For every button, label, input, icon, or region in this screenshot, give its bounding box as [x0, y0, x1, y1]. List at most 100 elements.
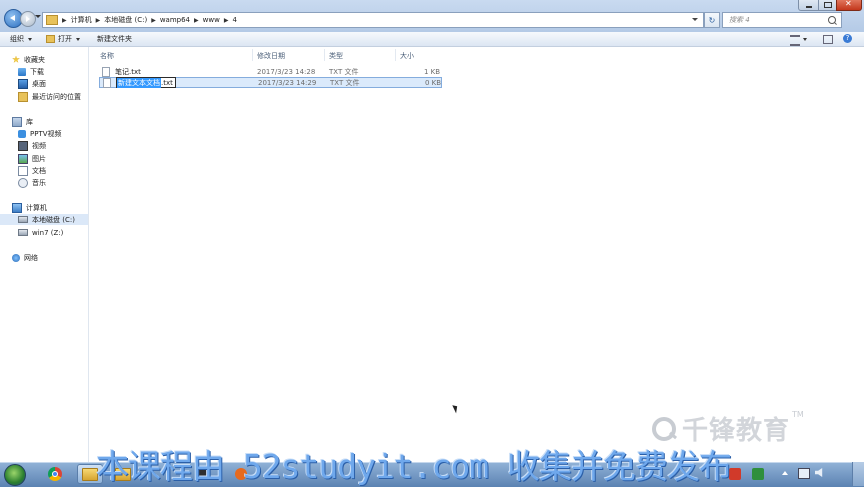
nav-pptv-videos[interactable]: PPTV视频 [18, 128, 62, 139]
recent-pages-dropdown-icon[interactable] [35, 15, 41, 18]
chevron-down-icon [76, 37, 80, 41]
nav-videos[interactable]: 视频 [18, 140, 46, 151]
breadcrumb-www[interactable]: www [203, 16, 220, 24]
nav-label: 桌面 [32, 79, 46, 88]
show-desktop-button[interactable] [852, 462, 864, 486]
nav-label: 计算机 [26, 203, 47, 212]
file-row-selected[interactable]: 新建文本文档 .txt 2017/3/23 14:29 TXT 文件 0 KB [99, 77, 442, 88]
nav-local-disk[interactable]: 本地磁盘 (C:) [0, 214, 88, 225]
breadcrumb-local-disk[interactable]: 本地磁盘 (C:) [104, 15, 147, 25]
breadcrumb-wamp64[interactable]: wamp64 [160, 16, 190, 24]
rename-selected-text: 新建文本文档 [117, 77, 161, 88]
organize-menu[interactable]: 组织 [10, 34, 32, 44]
column-divider[interactable] [252, 49, 253, 61]
preview-pane-icon[interactable] [823, 35, 833, 44]
star-icon [12, 55, 20, 63]
new-folder-button[interactable]: 新建文件夹 [97, 34, 132, 44]
nav-desktop[interactable]: 桌面 [18, 78, 46, 89]
nav-label: win7 (Z:) [32, 228, 64, 237]
maximize-button[interactable] [818, 0, 838, 11]
refresh-button[interactable]: ↻ [704, 12, 720, 28]
nav-label: 图片 [32, 154, 46, 163]
nav-label: 下载 [30, 67, 44, 76]
pptv-icon [18, 129, 26, 138]
breadcrumb-current-folder[interactable]: 4 [232, 16, 236, 24]
nav-network[interactable]: 网络 [12, 252, 38, 263]
breadcrumb-arrow-icon[interactable]: ▶ [224, 17, 229, 24]
text-file-icon [102, 66, 110, 77]
search-icon[interactable] [828, 16, 836, 24]
nav-label: 本地磁盘 (C:) [32, 215, 75, 224]
file-type: TXT 文件 [329, 67, 359, 76]
nav-libraries[interactable]: 库 [12, 116, 33, 127]
breadcrumb-computer[interactable]: 计算机 [71, 15, 92, 25]
breadcrumb-arrow-icon[interactable]: ▶ [62, 17, 67, 24]
chrome-icon [48, 467, 62, 481]
start-button[interactable] [4, 464, 26, 486]
nav-label: 收藏夹 [24, 55, 45, 64]
open-menu[interactable]: 打开 [46, 34, 80, 44]
breadcrumb-arrow-icon[interactable]: ▶ [96, 17, 101, 24]
chevron-down-icon [28, 37, 32, 41]
show-hidden-icons-icon[interactable] [782, 471, 788, 475]
nav-music[interactable]: 音乐 [18, 177, 46, 188]
organize-label: 组织 [10, 35, 24, 43]
view-options-dropdown-icon[interactable] [803, 38, 807, 41]
nav-favorites[interactable]: 收藏夹 [12, 54, 45, 65]
nav-recent-places[interactable]: 最近访问的位置 [18, 91, 81, 102]
address-bar[interactable]: ▶ 计算机 ▶ 本地磁盘 (C:) ▶ wamp64 ▶ www ▶ 4 [42, 12, 704, 28]
file-size: 1 KB [424, 67, 441, 76]
forward-button[interactable] [20, 11, 36, 27]
column-header-name[interactable]: 名称 [100, 51, 114, 61]
watermark-banner: 本课程由 52studyit.com 收集并免费发布 [96, 447, 732, 486]
file-name: 笔记.txt [115, 67, 141, 76]
network-tray-icon[interactable] [798, 468, 810, 479]
music-icon [18, 177, 28, 188]
nav-computer[interactable]: 计算机 [12, 202, 47, 213]
new-folder-label: 新建文件夹 [97, 35, 132, 43]
rename-extension: .txt [161, 78, 173, 87]
trademark-mark: TM [792, 410, 804, 419]
download-icon [18, 67, 26, 76]
column-header-type[interactable]: 类型 [329, 51, 343, 61]
column-divider[interactable] [395, 49, 396, 61]
logo-icon [652, 416, 676, 441]
minimize-button[interactable] [798, 0, 820, 11]
nav-documents[interactable]: 文档 [18, 165, 46, 176]
network-icon [12, 253, 20, 262]
column-header-modified[interactable]: 修改日期 [257, 51, 285, 61]
column-divider[interactable] [324, 49, 325, 61]
nav-label: 音乐 [32, 178, 46, 187]
navigation-pane: 收藏夹 下载 桌面 最近访问的位置 库 PPTV视频 视频 图片 文档 音乐 计… [0, 47, 89, 462]
nav-label: 网络 [24, 253, 38, 262]
document-icon [18, 165, 28, 176]
recent-places-icon [18, 91, 28, 102]
close-button[interactable] [836, 0, 862, 11]
search-box[interactable]: 搜索 4 [722, 12, 842, 28]
column-header-size[interactable]: 大小 [400, 51, 414, 61]
drive-icon [18, 216, 28, 223]
command-bar: 组织 打开 新建文件夹 [0, 32, 864, 47]
taskbar-chrome[interactable] [42, 464, 68, 484]
nav-label: 库 [26, 117, 33, 126]
file-modified: 2017/3/23 14:28 [257, 67, 316, 76]
address-dropdown-icon[interactable] [692, 18, 698, 21]
video-icon [18, 140, 28, 151]
nav-downloads[interactable]: 下载 [18, 66, 44, 77]
open-label: 打开 [58, 35, 72, 43]
breadcrumb-arrow-icon[interactable]: ▶ [194, 17, 199, 24]
folder-icon [46, 15, 58, 25]
breadcrumb-arrow-icon[interactable]: ▶ [151, 17, 156, 24]
nav-win7-drive[interactable]: win7 (Z:) [18, 227, 63, 238]
search-input[interactable]: 搜索 4 [729, 15, 828, 25]
rename-field[interactable]: 新建文本文档 .txt [116, 77, 176, 88]
open-icon [46, 35, 55, 43]
nav-label: 最近访问的位置 [32, 92, 81, 101]
file-row[interactable]: 笔记.txt 2017/3/23 14:28 TXT 文件 1 KB [99, 66, 442, 77]
help-icon[interactable]: ? [843, 34, 852, 43]
nav-pictures[interactable]: 图片 [18, 153, 46, 164]
nav-label: 文档 [32, 166, 46, 175]
change-view-icon[interactable] [790, 35, 800, 46]
refresh-icon: ↻ [708, 15, 716, 25]
nav-label: PPTV视频 [30, 129, 62, 138]
